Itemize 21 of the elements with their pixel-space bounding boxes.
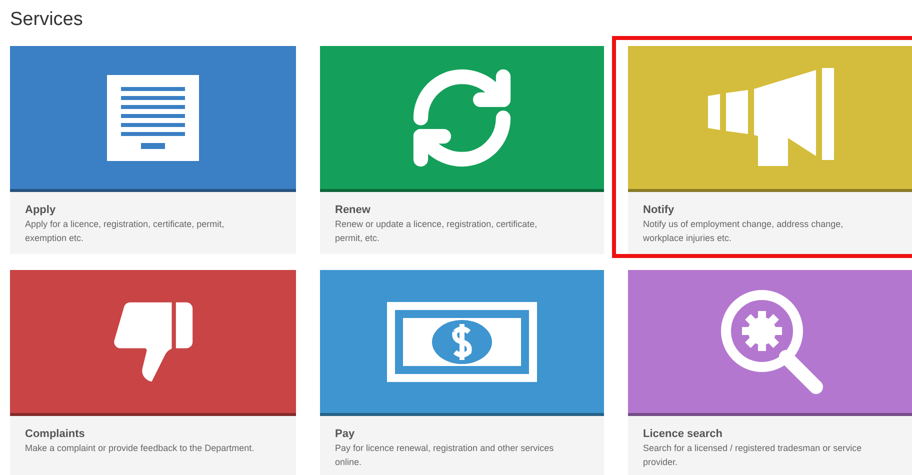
service-title[interactable]: Renew (335, 204, 589, 217)
banknote-icon (387, 302, 537, 382)
service-title[interactable]: Pay (335, 428, 589, 441)
service-description: Notify us of employment change, address change, workplace injuries etc. (643, 218, 844, 245)
service-title[interactable]: Notify (643, 204, 903, 217)
service-description: Renew or update a licence, registration, certificate, permit, etc. (335, 218, 538, 245)
service-tile[interactable] (10, 46, 296, 192)
service-description: Search for a licensed / registered tradesman or service provider. (643, 442, 863, 469)
service-title[interactable]: Apply (25, 204, 281, 217)
service-title[interactable]: Licence search (643, 428, 903, 441)
service-tile[interactable] (320, 46, 604, 192)
service-tile[interactable] (10, 270, 296, 416)
service-description: Make a complaint or provide feedback to the Department. (25, 442, 256, 455)
service-tile[interactable] (320, 270, 604, 416)
service-description: Pay for licence renewal, registration and other services online. (335, 442, 555, 469)
page-heading: Services (10, 8, 84, 32)
service-description: Apply for a licence, registration, certificate, permit, exemption etc. (25, 218, 226, 245)
service-title[interactable]: Complaints (25, 428, 281, 441)
document-icon (107, 74, 199, 160)
service-tile[interactable] (628, 46, 912, 192)
service-tile[interactable] (628, 270, 912, 416)
